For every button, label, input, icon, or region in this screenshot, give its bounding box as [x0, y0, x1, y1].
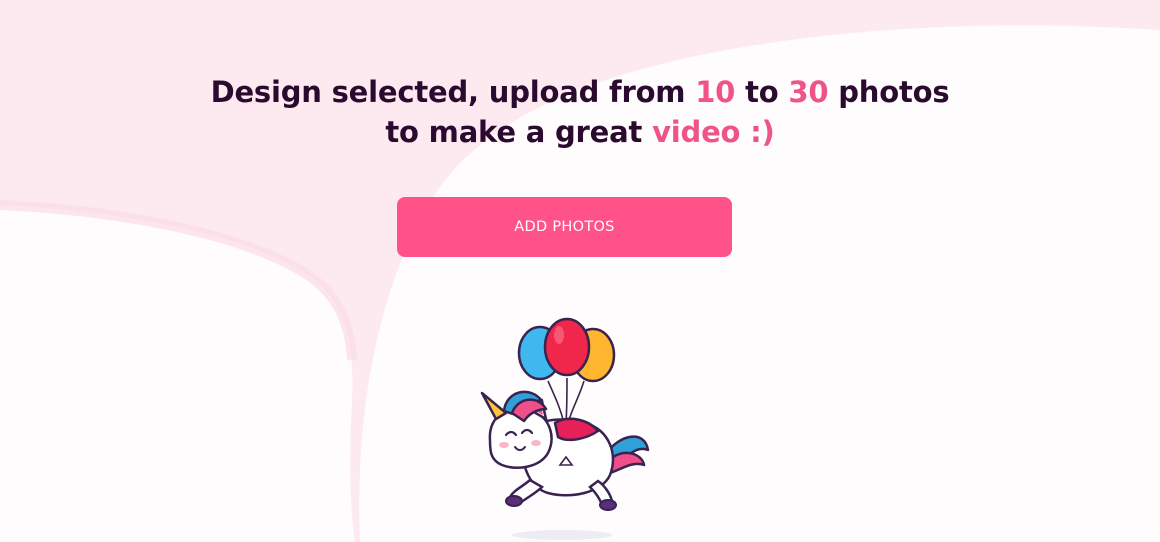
headline-text: to	[735, 75, 789, 109]
headline-text: to make a great	[385, 115, 653, 149]
unicorn-with-balloons-illustration	[480, 317, 650, 540]
headline-text: Design selected, upload from	[210, 75, 696, 109]
page-headline: Design selected, upload from 10 to 30 ph…	[0, 72, 1160, 152]
headline-line-2: to make a great video :)	[0, 112, 1160, 152]
add-photos-button[interactable]: ADD PHOTOS	[397, 197, 732, 257]
headline-line-1: Design selected, upload from 10 to 30 ph…	[0, 72, 1160, 112]
max-photos-count: 30	[788, 75, 829, 109]
headline-highlight: video :)	[652, 115, 775, 149]
min-photos-count: 10	[695, 75, 736, 109]
headline-text: photos	[828, 75, 950, 109]
upload-prompt-panel: Design selected, upload from 10 to 30 ph…	[0, 0, 1160, 542]
